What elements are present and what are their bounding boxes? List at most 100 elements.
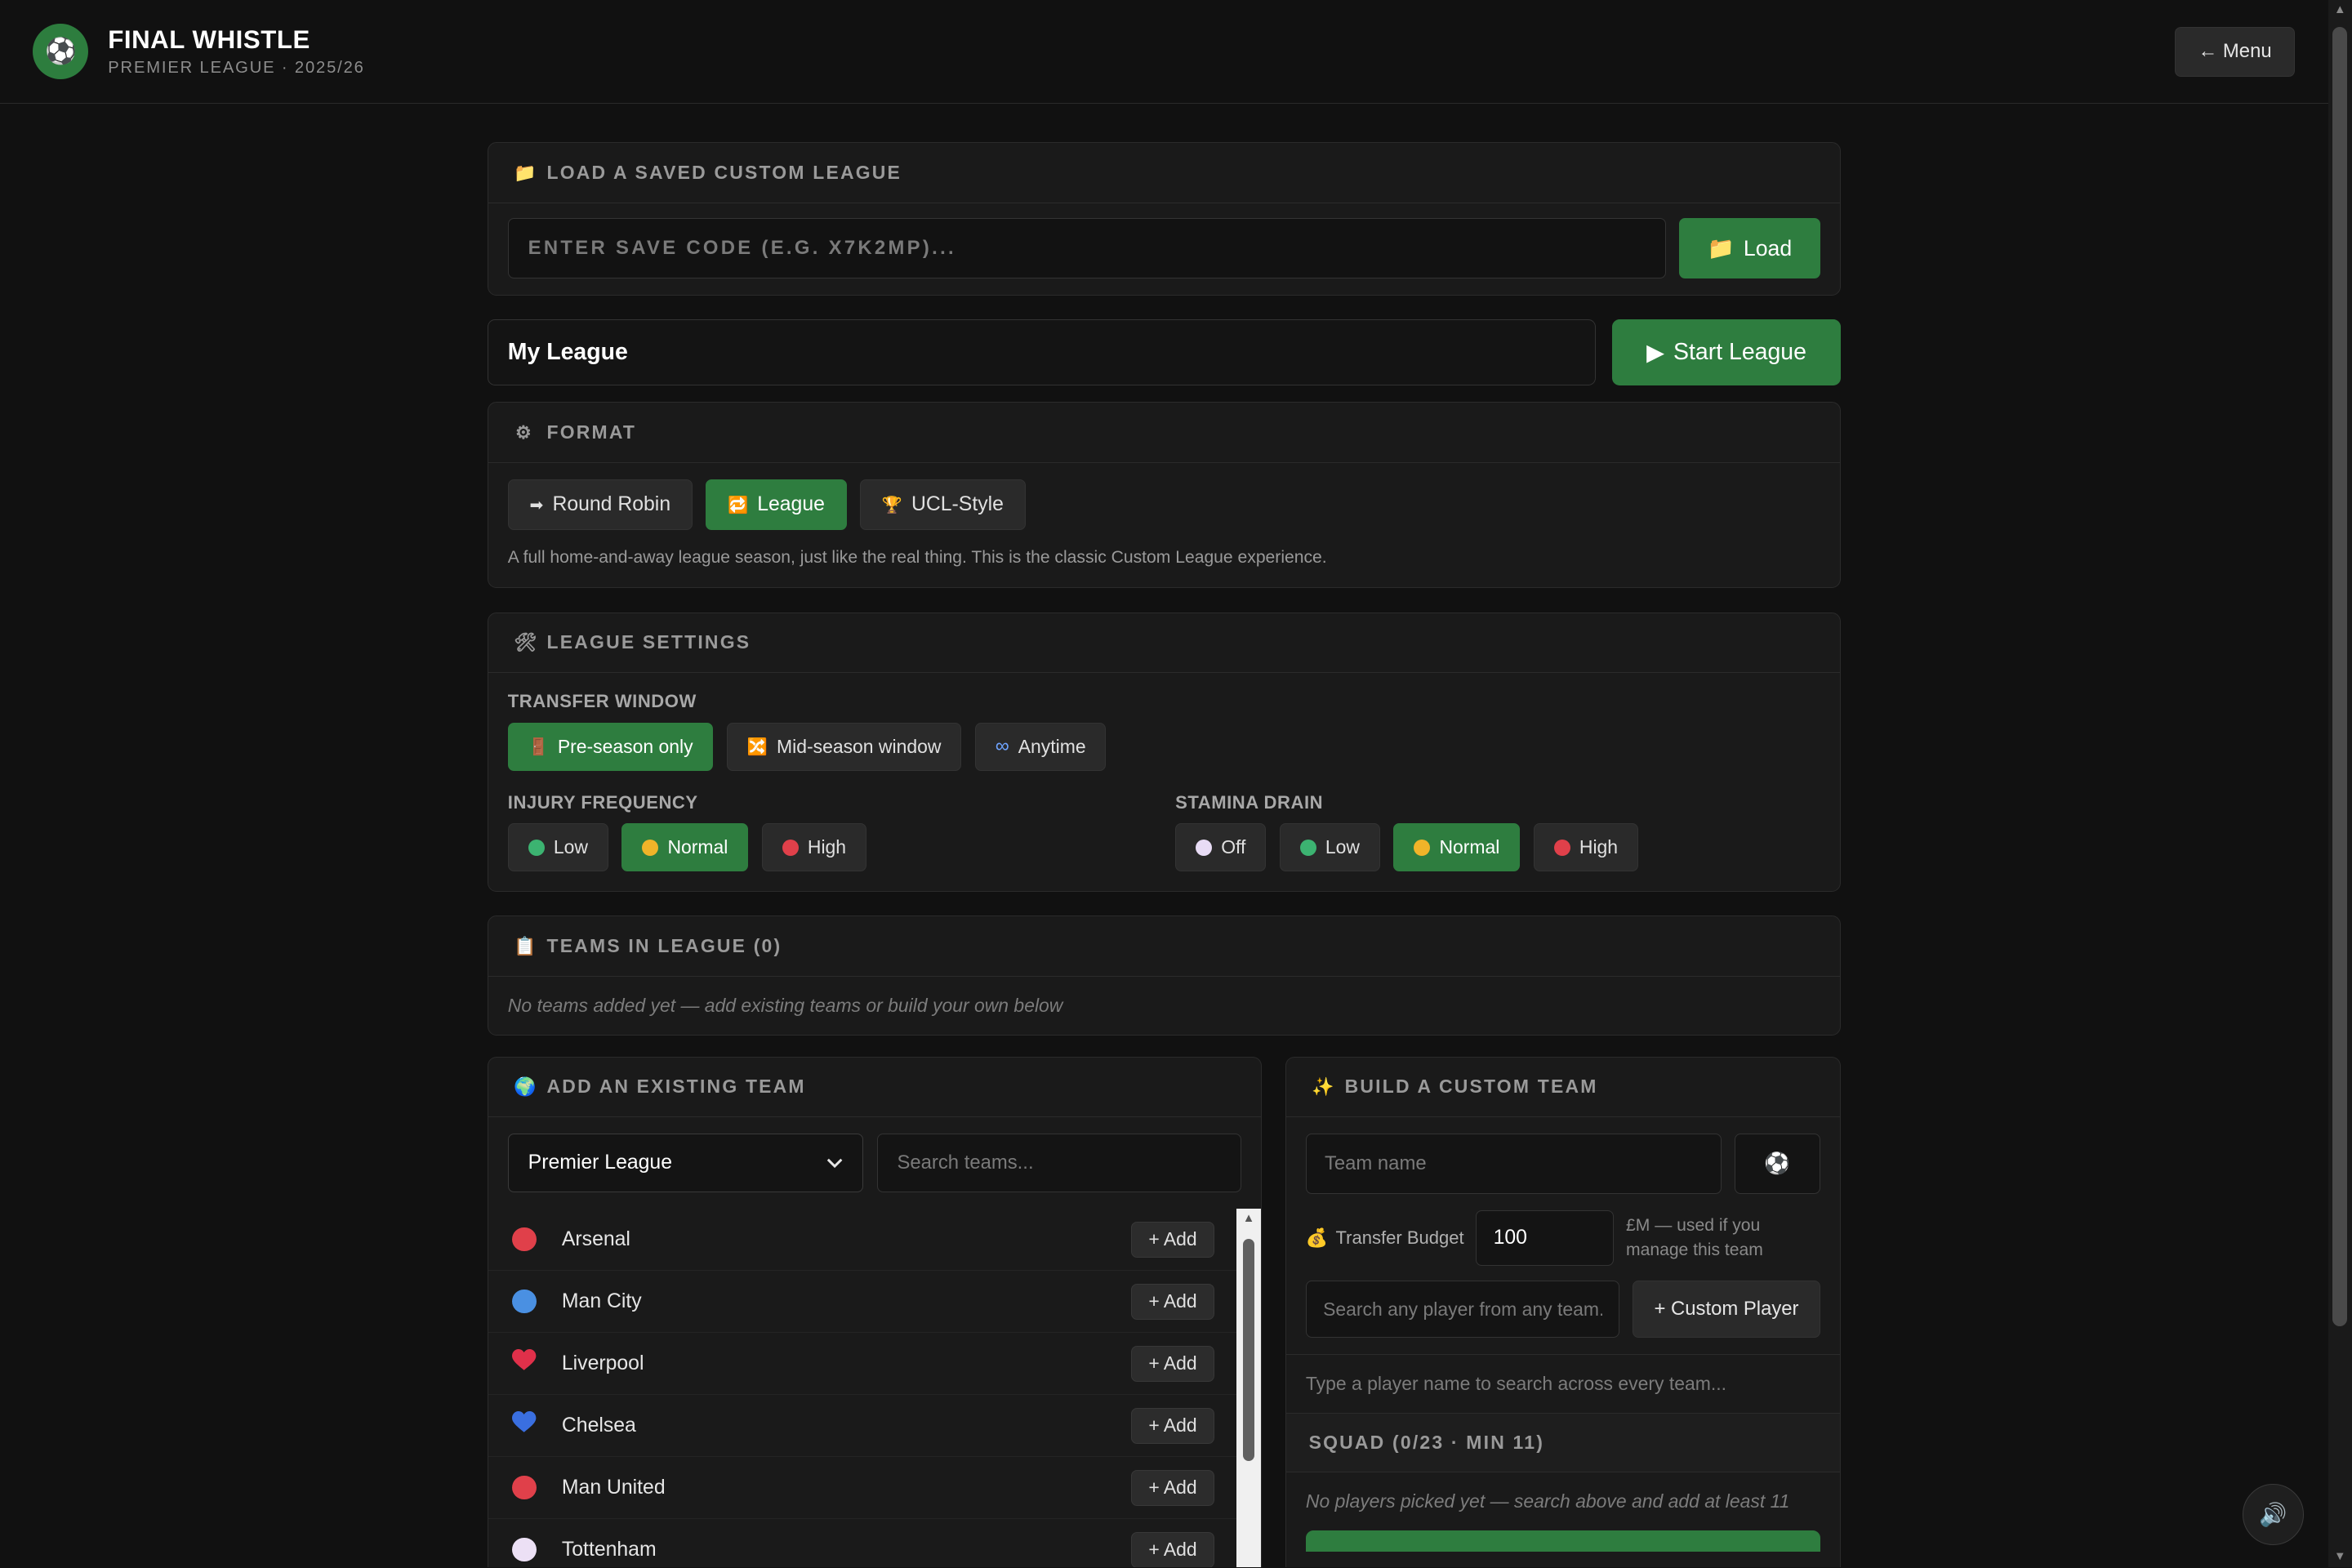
stamina-off-button[interactable]: Off [1175, 823, 1267, 872]
add-existing-team-title: ADD AN EXISTING TEAM [546, 1076, 806, 1098]
transfer-midseason-button[interactable]: 🔀 Mid-season window [726, 723, 962, 771]
team-row: Tottenham + Add [488, 1519, 1237, 1568]
player-search-input[interactable] [1305, 1281, 1619, 1338]
money-bag-icon: 💰 [1305, 1227, 1329, 1248]
gear-icon: ⚙ [515, 421, 533, 443]
transfer-budget-text: Transfer Budget [1335, 1227, 1464, 1248]
play-icon: ▶ [1646, 339, 1664, 366]
build-custom-team-header: ✨ BUILD A CUSTOM TEAM [1286, 1058, 1840, 1118]
stamina-normal-button[interactable]: Normal [1393, 823, 1521, 872]
page-scroll-thumb[interactable] [2332, 27, 2348, 1326]
league-name-row: My League ▶ Start League [487, 319, 1841, 386]
transfer-preseason-button[interactable]: 🚪 Pre-season only [507, 723, 714, 771]
injury-low-button[interactable]: Low [507, 823, 608, 872]
repeat-icon: 🔁 [728, 496, 749, 514]
app-title: FINAL WHISTLE [108, 24, 310, 54]
team-row: Arsenal + Add [488, 1209, 1237, 1272]
menu-button[interactable]: ← Menu [2174, 27, 2296, 77]
load-league-header: 📁 LOAD A SAVED CUSTOM LEAGUE [488, 143, 1840, 203]
transfer-option-label: Anytime [1018, 735, 1086, 757]
injury-option-label: Low [553, 836, 588, 858]
folder-icon: 📁 [1707, 236, 1735, 261]
green-circle-icon [528, 839, 545, 856]
stamina-option-label: Off [1221, 836, 1246, 858]
team-name: Man United [561, 1476, 666, 1499]
shuffle-icon: 🔀 [746, 737, 768, 756]
format-round-robin-button[interactable]: ➡ Round Robin [507, 479, 693, 531]
squad-empty-message: No players picked yet — search above and… [1305, 1490, 1790, 1512]
save-code-input[interactable] [507, 218, 1666, 278]
add-existing-team-header: 🌍 ADD AN EXISTING TEAM [488, 1058, 1261, 1118]
main-content: 📁 LOAD A SAVED CUSTOM LEAGUE 📁 Load My L… [487, 142, 1841, 1568]
format-panel: ⚙ FORMAT ➡ Round Robin 🔁 League 🏆 UCL-St [487, 402, 1841, 589]
save-team-button[interactable] [1305, 1530, 1820, 1552]
red-circle-icon [512, 1227, 537, 1252]
league-select[interactable]: Premier League [507, 1134, 864, 1192]
format-league-button[interactable]: 🔁 League [706, 479, 847, 531]
injury-normal-button[interactable]: Normal [621, 823, 749, 872]
stamina-drain-options: Off Low Normal High [1175, 823, 1638, 872]
team-name: Chelsea [561, 1414, 636, 1437]
teams-in-league-title: TEAMS IN LEAGUE (0) [546, 935, 782, 957]
team-list-scrollbar[interactable]: ▲ [1236, 1209, 1261, 1568]
red-heart-icon [512, 1348, 537, 1379]
speaker-icon: 🔊 [2259, 1501, 2287, 1527]
team-badge-button[interactable]: ⚽ [1735, 1134, 1820, 1194]
build-custom-team-panel: ✨ BUILD A CUSTOM TEAM ⚽ 💰 Transfer Budge… [1285, 1056, 1841, 1568]
transfer-budget-note: £M — used if you manage this team [1626, 1216, 1763, 1259]
transfer-window-options: 🚪 Pre-season only 🔀 Mid-season window ∞ … [507, 723, 1820, 771]
team-row: Man City + Add [488, 1271, 1237, 1334]
blue-circle-icon [512, 1289, 537, 1314]
teams-in-league-panel: 📋 TEAMS IN LEAGUE (0) No teams added yet… [487, 915, 1841, 1036]
add-team-button[interactable]: + Add [1131, 1469, 1214, 1506]
build-custom-team-title: BUILD A CUSTOM TEAM [1344, 1076, 1598, 1098]
add-team-button[interactable]: + Add [1131, 1221, 1214, 1258]
red-circle-icon [782, 839, 799, 856]
transfer-budget-input[interactable]: 100 [1476, 1209, 1615, 1266]
add-team-button[interactable]: + Add [1131, 1283, 1214, 1320]
format-option-label: League [757, 493, 825, 516]
transfer-budget-label: 💰 Transfer Budget [1306, 1227, 1464, 1249]
scroll-down-arrow-icon[interactable]: ▼ [2328, 1547, 2352, 1568]
brand: FINAL WHISTLE PREMIER LEAGUE · 2025/26 [108, 25, 364, 78]
load-league-panel: 📁 LOAD A SAVED CUSTOM LEAGUE 📁 Load [487, 142, 1841, 296]
ball-icon: ⚽ [1764, 1152, 1791, 1175]
search-teams-input[interactable] [876, 1134, 1241, 1192]
red-circle-icon [1553, 839, 1570, 856]
scroll-up-arrow-icon[interactable]: ▲ [2328, 0, 2352, 21]
page-scrollbar[interactable]: ▲ ▼ [2328, 0, 2352, 1568]
trophy-icon: 🏆 [881, 496, 902, 514]
stamina-option-label: Low [1325, 836, 1360, 858]
chevron-down-icon [826, 1152, 843, 1174]
transfer-window-label: TRANSFER WINDOW [507, 691, 697, 712]
infinity-icon: ∞ [995, 735, 1009, 758]
stamina-high-button[interactable]: High [1533, 823, 1638, 872]
app-logo-icon: ⚽ [33, 23, 89, 79]
format-ucl-style-button[interactable]: 🏆 UCL-Style [860, 479, 1026, 531]
custom-player-button[interactable]: + Custom Player [1633, 1281, 1820, 1338]
team-list-scroll-thumb[interactable] [1242, 1238, 1255, 1461]
sparkles-icon: ✨ [1312, 1076, 1336, 1097]
injury-option-label: Normal [667, 836, 728, 858]
team-name-input[interactable] [1305, 1134, 1722, 1194]
format-option-label: UCL-Style [911, 493, 1004, 516]
add-team-button[interactable]: + Add [1131, 1345, 1214, 1382]
white-circle-icon [1196, 839, 1213, 856]
format-header: ⚙ FORMAT [488, 403, 1840, 463]
load-button[interactable]: 📁 Load [1679, 218, 1820, 278]
yellow-circle-icon [1414, 839, 1431, 856]
league-name-input[interactable]: My League [487, 319, 1597, 386]
stamina-low-button[interactable]: Low [1279, 823, 1380, 872]
team-name: Tottenham [561, 1538, 657, 1561]
stamina-drain-label: STAMINA DRAIN [1175, 791, 1324, 813]
add-team-button[interactable]: + Add [1131, 1407, 1214, 1444]
format-description: A full home-and-away league season, just… [507, 548, 1327, 568]
injury-high-button[interactable]: High [761, 823, 866, 872]
scroll-up-arrow-icon[interactable]: ▲ [1236, 1212, 1260, 1225]
sound-toggle-button[interactable]: 🔊 [2242, 1483, 2305, 1545]
clipboard-icon: 📋 [514, 935, 538, 956]
team-name: Arsenal [561, 1227, 630, 1250]
start-league-button[interactable]: ▶ Start League [1612, 319, 1841, 386]
add-team-button[interactable]: + Add [1131, 1531, 1214, 1568]
transfer-anytime-button[interactable]: ∞ Anytime [974, 723, 1107, 771]
